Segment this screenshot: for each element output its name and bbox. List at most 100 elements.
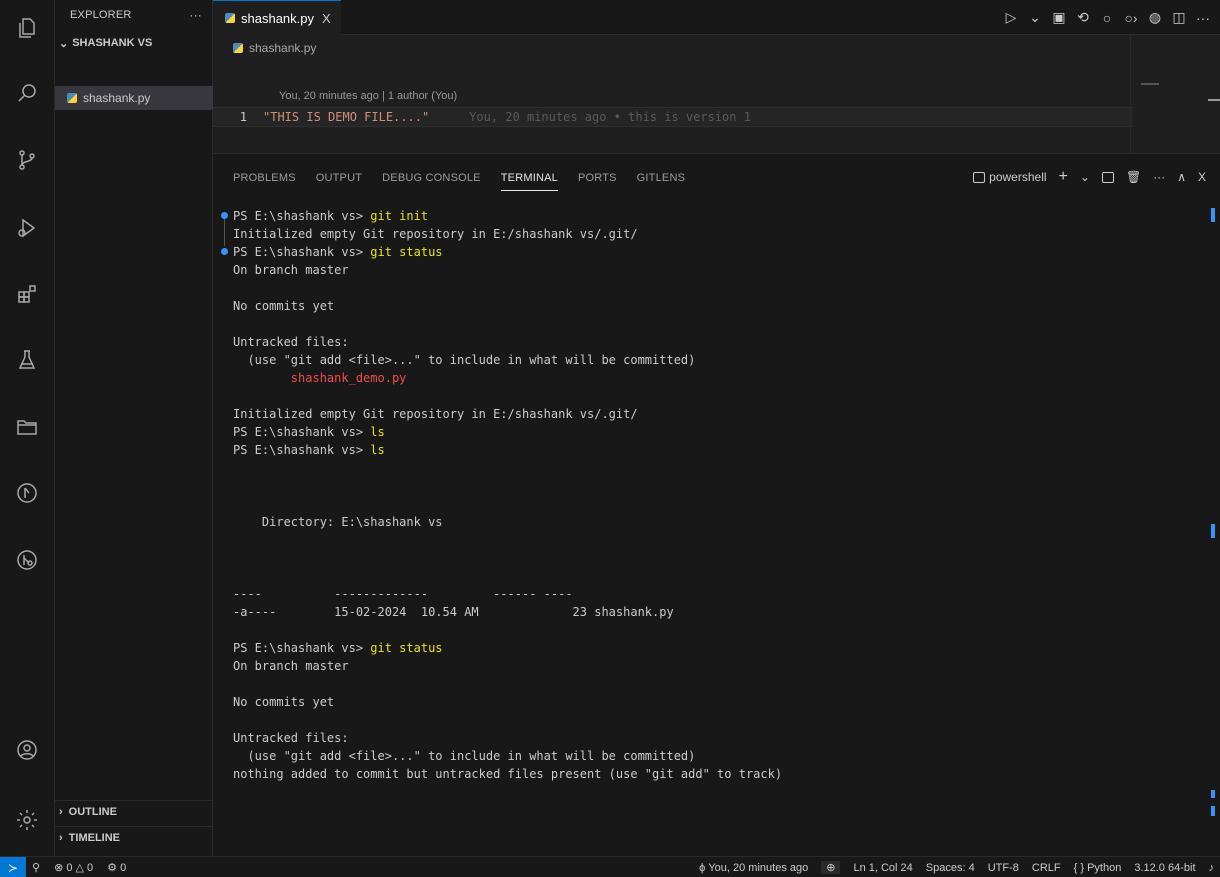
explorer-more-icon[interactable]: ··· [189, 8, 210, 22]
notifications-bell-icon[interactable]: ♪ [1209, 862, 1215, 874]
tab-output[interactable]: OUTPUT [316, 172, 362, 191]
search-icon[interactable] [11, 77, 43, 109]
testing-icon[interactable] [11, 344, 43, 376]
python-file-icon [233, 43, 243, 53]
open-changes-icon[interactable]: ⟲ [1076, 9, 1090, 26]
tab-shashank-py[interactable]: shashank.py X [213, 0, 341, 35]
output: Directory: E:\shashank vs [233, 515, 443, 529]
encoding[interactable]: UTF-8 [988, 862, 1019, 874]
explorer-file-shashank-py[interactable]: shashank.py [55, 86, 213, 110]
terminal-icon [973, 171, 986, 183]
new-terminal-icon[interactable]: + [1059, 168, 1068, 186]
command-decoration-icon[interactable] [221, 212, 228, 219]
outline-section[interactable]: › OUTLINE [55, 800, 213, 822]
status-bar: ≻ ⚲ ⊗ 0 △ 0 ⚙ 0 ϕ You, 20 minutes ago ⊕ … [0, 856, 1220, 877]
minimap[interactable] [1130, 35, 1220, 153]
status-right: ϕ You, 20 minutes ago ⊕ Ln 1, Col 24 Spa… [699, 857, 1214, 877]
terminal-line: PS E:\shashank vs> ls [221, 440, 385, 460]
prompt: PS E:\shashank vs> [233, 209, 371, 223]
output: (use "git add <file>..." to include in w… [233, 353, 696, 367]
gitlens-inspect-icon[interactable] [11, 544, 43, 576]
gitlens-toggle-icon[interactable]: ◍ [1148, 9, 1162, 26]
ports-count[interactable]: ⚙ 0 [107, 861, 126, 874]
more-icon[interactable]: ··· [1153, 170, 1165, 184]
workspace-folder-label: SHASHANK VS [72, 37, 153, 49]
extensions-icon[interactable] [11, 278, 43, 310]
previous-change-icon[interactable]: ○ [1100, 10, 1114, 26]
tab-ports[interactable]: PORTS [578, 172, 617, 191]
terminal-dropdown-icon[interactable]: ⌄ [1080, 170, 1090, 184]
split-editor-icon[interactable]: ◫ [1172, 9, 1186, 26]
run-debug-icon[interactable] [11, 212, 43, 244]
output: No commits yet [233, 299, 335, 313]
problems-count[interactable]: ⊗ 0 △ 0 [54, 861, 93, 874]
tab-debug-console[interactable]: DEBUG CONSOLE [382, 172, 481, 191]
tab-problems[interactable]: PROBLEMS [233, 172, 296, 191]
terminal-line: On branch master [221, 260, 349, 280]
account-icon[interactable] [11, 734, 43, 766]
terminal-line: (use "git add <file>..." to include in w… [221, 746, 695, 766]
close-tab-icon[interactable]: X [322, 11, 331, 26]
scroll-marker [1211, 806, 1215, 816]
close-panel-icon[interactable]: X [1198, 170, 1206, 184]
command-decoration-icon[interactable] [221, 248, 228, 255]
explorer-title: EXPLORER [70, 9, 132, 21]
terminal-line: Initialized empty Git repository in E:/s… [221, 224, 638, 244]
terminal-output[interactable]: PS E:\shashank vs> git init Initialized … [221, 202, 1206, 852]
indentation[interactable]: Spaces: 4 [926, 862, 975, 874]
output: ---- ------------- ------ ---- [233, 587, 573, 601]
cursor-position[interactable]: Ln 1, Col 24 [853, 862, 912, 874]
terminal-line: shashank_demo.py [221, 368, 407, 388]
terminal-scrollbar[interactable] [1210, 202, 1220, 852]
code-editor[interactable]: shashank.py You, 20 minutes ago | 1 auth… [213, 35, 1220, 153]
line-endings[interactable]: CRLF [1032, 862, 1061, 874]
source-control-icon[interactable] [11, 144, 43, 176]
folder-icon[interactable] [11, 411, 43, 443]
explorer-icon[interactable] [11, 12, 43, 44]
maximize-panel-icon[interactable]: ∧ [1177, 170, 1186, 184]
gitlens-codelens[interactable]: You, 20 minutes ago | 1 author (You) [279, 90, 457, 102]
language-mode[interactable]: { } Python [1074, 862, 1122, 874]
settings-gear-icon[interactable] [11, 804, 43, 836]
panel-actions: powershell + ⌄ 🗑 ··· ∧ X [973, 168, 1206, 186]
gitlens-icon[interactable] [11, 477, 43, 509]
activity-bar [0, 0, 55, 856]
tab-gitlens[interactable]: GITLENS [637, 172, 685, 191]
chevron-right-icon: › [59, 831, 63, 844]
terminal-line: PS E:\shashank vs> git status [221, 638, 443, 658]
terminal-line: PS E:\shashank vs> git status [221, 242, 443, 262]
timeline-section[interactable]: › TIMELINE [55, 826, 213, 848]
tab-terminal[interactable]: TERMINAL [500, 172, 558, 191]
untracked-file: shashank_demo.py [233, 371, 407, 385]
split-terminal-icon[interactable] [1101, 171, 1114, 183]
terminal-selector[interactable]: powershell [973, 170, 1047, 184]
next-change-icon[interactable]: ○› [1124, 10, 1138, 26]
python-interpreter[interactable]: 3.12.0 64-bit [1134, 862, 1195, 874]
commit-icon: ϕ [699, 861, 709, 874]
code-line-1[interactable]: 1 "THIS IS DEMO FILE...." You, 20 minute… [213, 107, 1133, 127]
workspace-folder[interactable]: ⌄ SHASHANK VS [55, 33, 213, 53]
trash-icon[interactable]: 🗑 [1126, 170, 1141, 184]
explorer-sidebar: EXPLORER ··· ⌄ SHASHANK VS shashank.py ›… [55, 0, 213, 856]
run-cell-icon[interactable]: ▣ [1052, 9, 1066, 26]
run-dropdown-icon[interactable]: ⌄ [1028, 9, 1042, 26]
remote-indicator-icon[interactable]: ≻ [0, 857, 26, 877]
branch-icon[interactable]: ⚲ [32, 861, 40, 874]
editor-actions: ▷ ⌄ ▣ ⟲ ○ ○› ◍ ◫ ··· [1004, 0, 1210, 35]
code-string: "THIS IS DEMO FILE...." [263, 110, 430, 124]
output: No commits yet [233, 695, 335, 709]
line-number: 1 [239, 110, 247, 124]
run-file-icon[interactable]: ▷ [1004, 9, 1018, 26]
prompt: PS E:\shashank vs> [233, 641, 371, 655]
more-actions-icon[interactable]: ··· [1196, 10, 1210, 26]
output: Initialized empty Git repository in E:/s… [233, 407, 638, 421]
gitlens-blame-status[interactable]: ϕ You, 20 minutes ago [699, 862, 808, 874]
output: nothing added to commit but untracked fi… [233, 767, 783, 781]
terminal-line: PS E:\shashank vs> git init [221, 206, 428, 226]
zoom-icon[interactable]: ⊕ [821, 861, 841, 874]
terminal-line: nothing added to commit but untracked fi… [221, 764, 782, 784]
blame-text: You, 20 minutes ago [708, 861, 809, 874]
command: git status [370, 641, 443, 655]
breadcrumb-file[interactable]: shashank.py [249, 41, 316, 55]
breadcrumb[interactable]: shashank.py [233, 41, 316, 55]
